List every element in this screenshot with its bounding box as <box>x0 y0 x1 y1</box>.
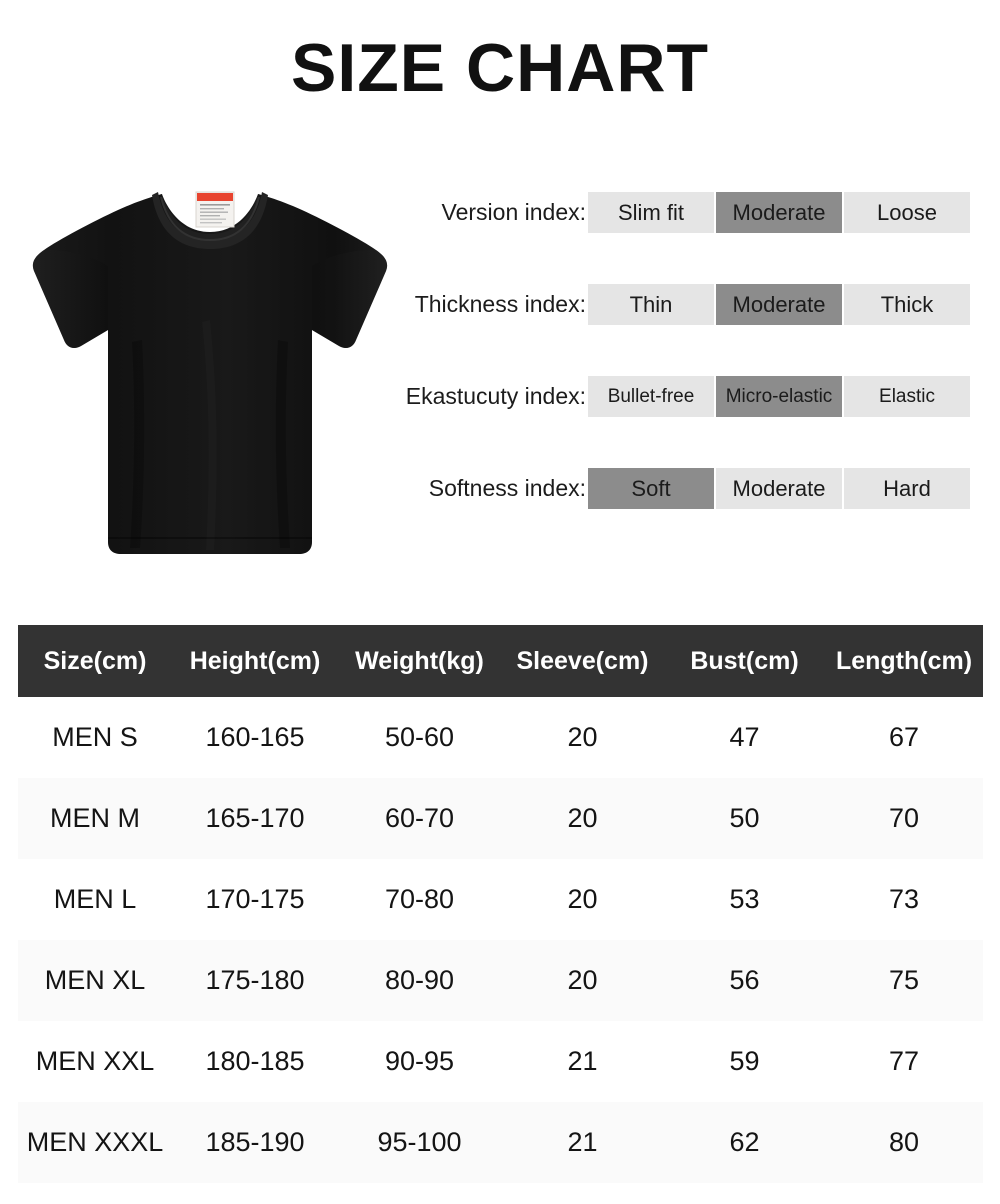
index-options-elasticity: Bullet-free Micro-elastic Elastic <box>588 376 970 417</box>
index-option-loose[interactable]: Loose <box>844 192 970 233</box>
cell-length: 67 <box>888 722 920 752</box>
cell-weight: 50-60 <box>384 722 455 752</box>
index-option-moderate-version[interactable]: Moderate <box>716 192 842 233</box>
index-label-version: Version index: <box>441 199 586 225</box>
table-row: MEN XXXL 185-190 95-100 21 62 80 <box>18 1102 983 1183</box>
cell-weight: 60-70 <box>384 803 455 833</box>
table-row: MEN L 170-175 70-80 20 53 73 <box>18 859 983 940</box>
cell-height: 175-180 <box>205 965 305 995</box>
cell-height: 165-170 <box>205 803 305 833</box>
cell-size: MEN S <box>52 722 138 752</box>
cell-length: 73 <box>888 884 920 914</box>
cell-bust: 50 <box>729 803 760 833</box>
cell-sleeve: 20 <box>567 884 598 914</box>
index-list: Version index: Slim fit Moderate Loose T… <box>406 192 980 560</box>
cell-height: 170-175 <box>205 884 305 914</box>
index-option-moderate-thickness[interactable]: Moderate <box>716 284 842 325</box>
cell-weight: 70-80 <box>384 884 455 914</box>
cell-size: MEN XXXL <box>26 1127 164 1157</box>
cell-weight: 95-100 <box>377 1127 462 1157</box>
index-option-moderate-softness[interactable]: Moderate <box>716 468 842 509</box>
index-row-version: Version index: Slim fit Moderate Loose <box>410 192 980 284</box>
index-label-elasticity: Ekastucuty index: <box>405 383 586 409</box>
table-row: MEN XXL 180-185 90-95 21 59 77 <box>18 1021 983 1102</box>
cell-size: MEN XXL <box>35 1046 155 1076</box>
index-row-elasticity: Ekastucuty index: Bullet-free Micro-elas… <box>406 376 980 468</box>
cell-weight: 90-95 <box>384 1046 455 1076</box>
cell-bust: 53 <box>729 884 760 914</box>
cell-length: 77 <box>888 1046 920 1076</box>
cell-length: 80 <box>888 1127 920 1157</box>
index-option-micro-elastic[interactable]: Micro-elastic <box>716 376 842 417</box>
table-header-sleeve: Sleeve(cm) <box>516 646 649 675</box>
cell-size: MEN M <box>50 803 140 833</box>
table-header-bust: Bust(cm) <box>690 646 799 675</box>
cell-height: 180-185 <box>205 1046 305 1076</box>
table-row: MEN XL 175-180 80-90 20 56 75 <box>18 940 983 1021</box>
index-row-thickness: Thickness index: Thin Moderate Thick <box>410 284 980 376</box>
product-overview-section: Version index: Slim fit Moderate Loose T… <box>0 170 1000 570</box>
index-label-thickness: Thickness index: <box>414 291 586 317</box>
index-option-thin[interactable]: Thin <box>588 284 714 325</box>
index-option-hard[interactable]: Hard <box>844 468 970 509</box>
cell-bust: 62 <box>729 1127 760 1157</box>
index-options-thickness: Thin Moderate Thick <box>588 284 970 325</box>
index-row-softness: Softness index: Soft Moderate Hard <box>410 468 980 560</box>
cell-length: 75 <box>888 965 920 995</box>
table-row: MEN M 165-170 60-70 20 50 70 <box>18 778 983 859</box>
tshirt-icon <box>32 191 388 554</box>
cell-sleeve: 20 <box>567 965 598 995</box>
care-label-icon <box>195 191 235 228</box>
index-label-softness: Softness index: <box>428 475 586 501</box>
index-option-thick[interactable]: Thick <box>844 284 970 325</box>
cell-height: 185-190 <box>205 1127 305 1157</box>
tshirt-photo <box>22 170 398 560</box>
product-image <box>22 170 398 560</box>
cell-height: 160-165 <box>205 722 305 752</box>
cell-sleeve: 21 <box>567 1046 598 1076</box>
cell-sleeve: 21 <box>567 1127 598 1157</box>
cell-weight: 80-90 <box>384 965 455 995</box>
table-header-weight: Weight(kg) <box>355 646 484 675</box>
table-header-row: Size(cm) Height(cm) Weight(kg) Sleeve(cm… <box>18 625 983 697</box>
cell-sleeve: 20 <box>567 722 598 752</box>
cell-size: MEN L <box>53 884 137 914</box>
index-option-soft[interactable]: Soft <box>588 468 714 509</box>
table-header-length: Length(cm) <box>835 646 973 675</box>
index-options-softness: Soft Moderate Hard <box>588 468 970 509</box>
page-title: SIZE CHART <box>291 30 709 106</box>
index-option-slim-fit[interactable]: Slim fit <box>588 192 714 233</box>
cell-length: 70 <box>888 803 920 833</box>
cell-bust: 59 <box>729 1046 760 1076</box>
table-row: MEN S 160-165 50-60 20 47 67 <box>18 697 983 778</box>
table-header-size: Size(cm) <box>43 646 147 675</box>
cell-bust: 56 <box>729 965 760 995</box>
cell-size: MEN XL <box>44 965 146 995</box>
cell-bust: 47 <box>729 722 760 752</box>
index-option-bullet-free[interactable]: Bullet-free <box>588 376 714 417</box>
index-options-version: Slim fit Moderate Loose <box>588 192 970 233</box>
cell-sleeve: 20 <box>567 803 598 833</box>
index-option-elastic[interactable]: Elastic <box>844 376 970 417</box>
size-table: Size(cm) Height(cm) Weight(kg) Sleeve(cm… <box>18 625 983 1183</box>
table-header-height: Height(cm) <box>189 646 321 675</box>
